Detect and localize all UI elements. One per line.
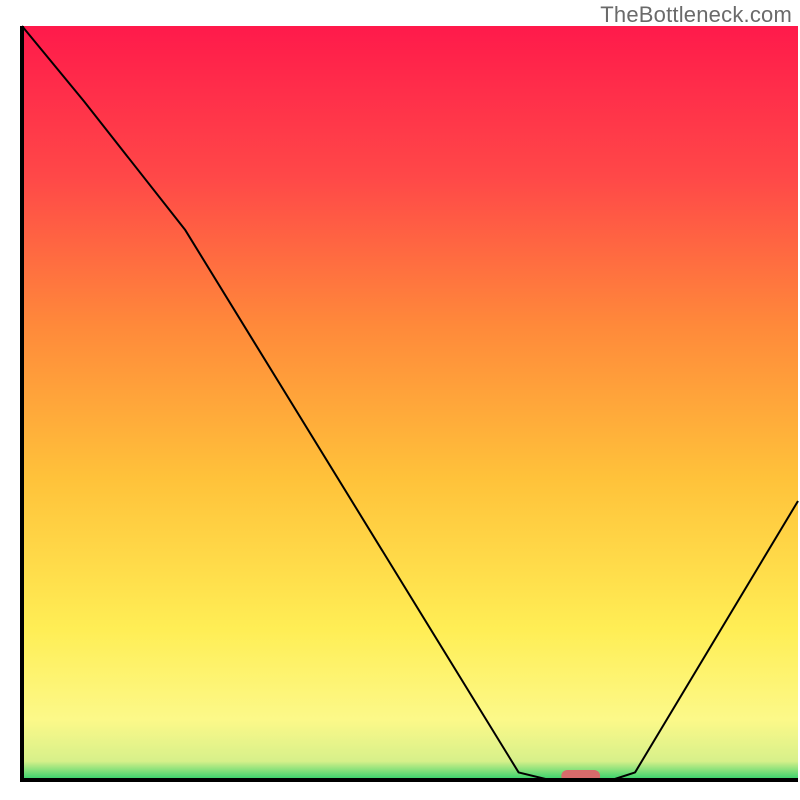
chart-background <box>22 26 798 780</box>
watermark-label: TheBottleneck.com <box>600 2 792 28</box>
bottleneck-chart: TheBottleneck.com <box>0 0 800 800</box>
chart-canvas <box>0 0 800 800</box>
